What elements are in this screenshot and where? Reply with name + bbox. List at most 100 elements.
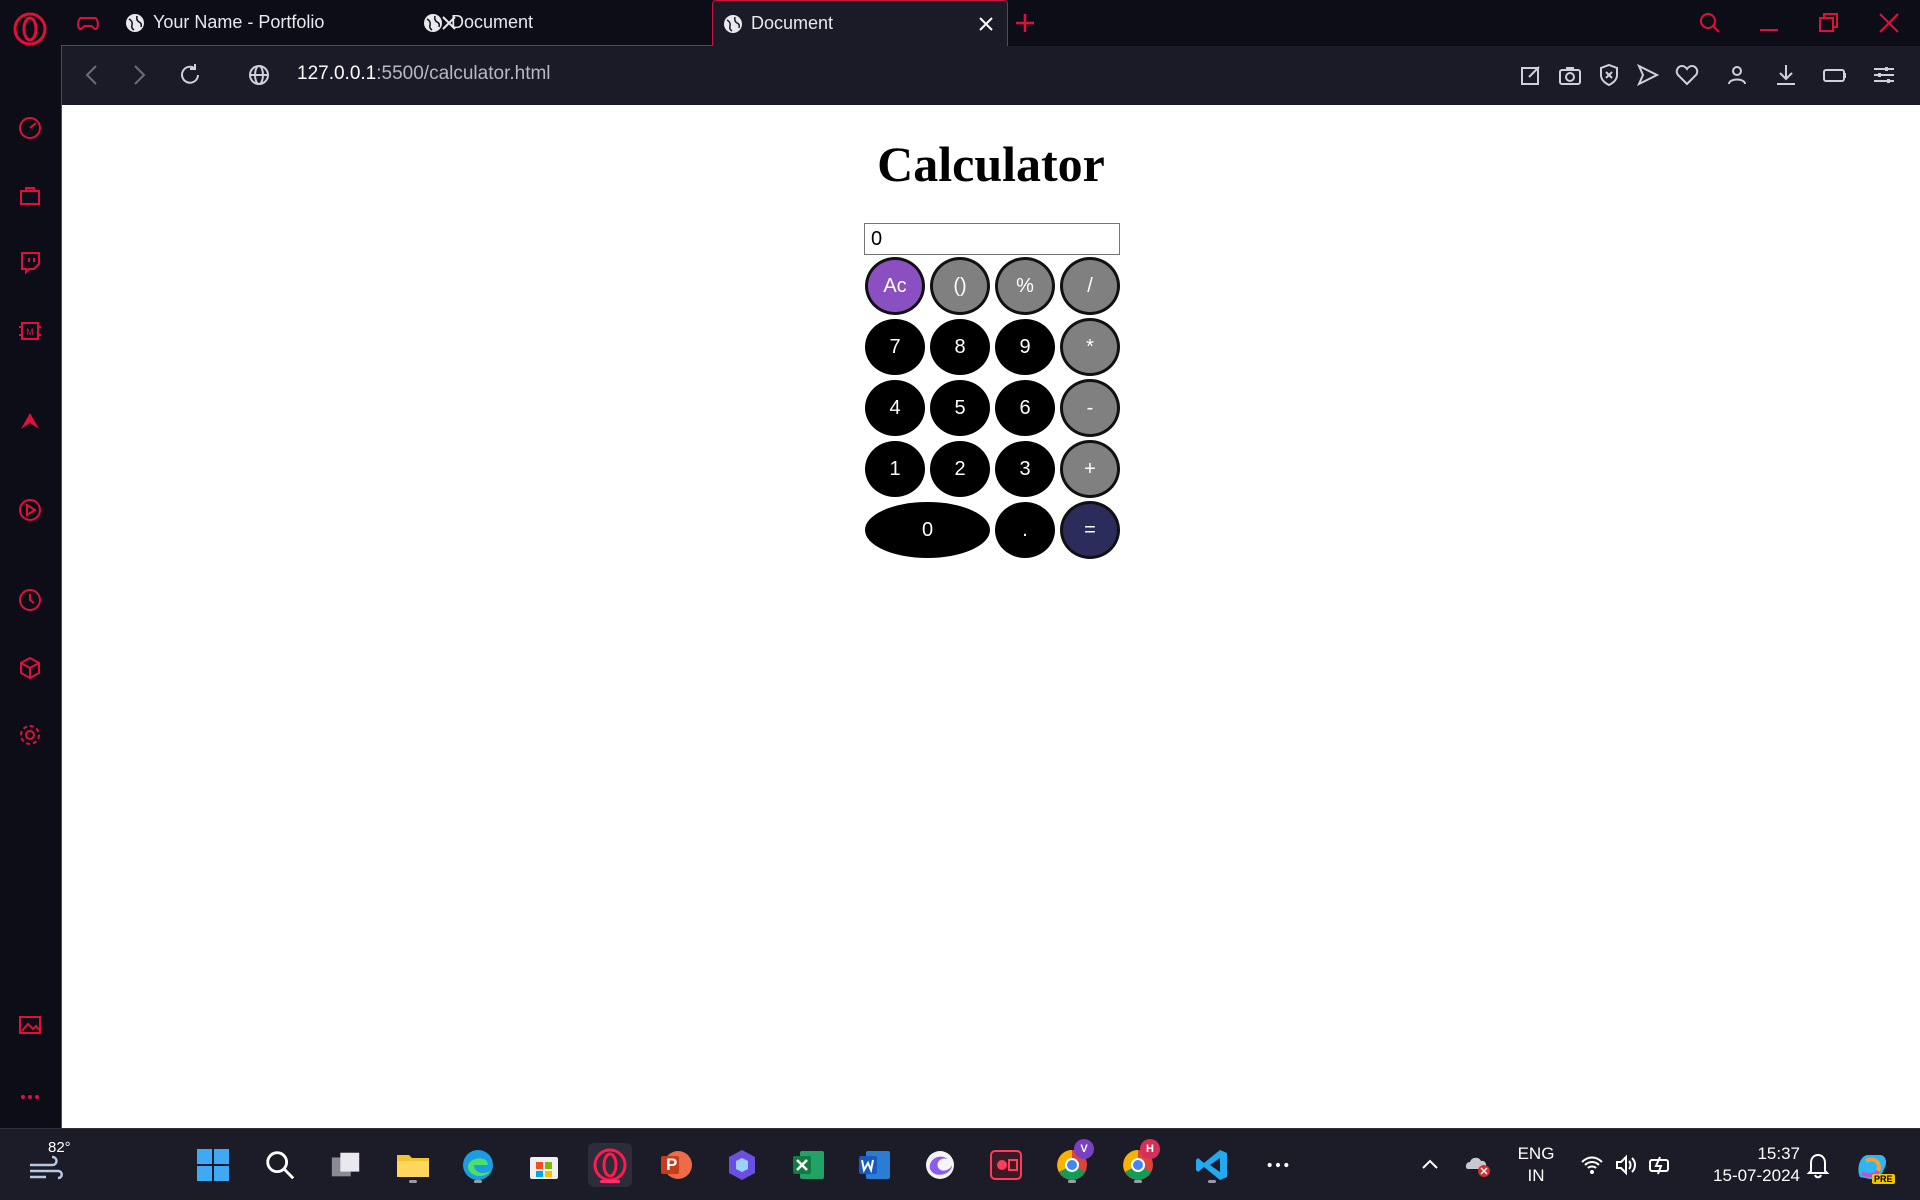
- minus-button[interactable]: -: [1060, 379, 1120, 437]
- powerpoint-app[interactable]: P: [654, 1143, 698, 1187]
- digit-8-button[interactable]: 8: [930, 319, 990, 375]
- twitch-icon[interactable]: [14, 246, 46, 278]
- globe-icon: [424, 13, 442, 32]
- firefox-style-app[interactable]: [918, 1143, 962, 1187]
- aria-icon[interactable]: [14, 405, 46, 437]
- search-tabs-icon[interactable]: [1697, 10, 1723, 36]
- language-indicator[interactable]: ENG IN: [1508, 1143, 1564, 1187]
- adblock-shield-icon[interactable]: [1596, 62, 1622, 88]
- word-app[interactable]: [852, 1143, 896, 1187]
- copilot-app[interactable]: [720, 1143, 764, 1187]
- running-indicator: [1134, 1180, 1142, 1183]
- close-tab-icon[interactable]: [975, 13, 997, 35]
- more-apps-button[interactable]: [1256, 1143, 1300, 1187]
- search-button[interactable]: [258, 1143, 302, 1187]
- digit-2-button[interactable]: 2: [930, 441, 990, 497]
- gallery-icon[interactable]: [14, 1009, 46, 1041]
- opera-logo-icon[interactable]: [12, 11, 48, 47]
- task-view-icon: [331, 1152, 360, 1177]
- percent-button[interactable]: %: [995, 257, 1055, 315]
- folder-icon: [397, 1155, 429, 1177]
- edge-app[interactable]: [456, 1143, 500, 1187]
- vscode-app[interactable]: [1190, 1143, 1234, 1187]
- player-icon[interactable]: [14, 494, 46, 526]
- send-icon[interactable]: [1635, 62, 1661, 88]
- ellipsis-icon: [1267, 1162, 1289, 1168]
- opera-app[interactable]: [588, 1143, 632, 1187]
- digit-0-button[interactable]: 0: [865, 502, 990, 558]
- extensions-cube-icon[interactable]: [14, 652, 46, 684]
- all-clear-button[interactable]: Ac: [865, 257, 925, 315]
- microsoft-store-app[interactable]: [522, 1143, 566, 1187]
- profile-icon[interactable]: [1724, 62, 1750, 88]
- browser-sidebar: M: [0, 0, 61, 1128]
- site-info-globe-icon[interactable]: [245, 61, 273, 89]
- weather-widget[interactable]: 82°: [28, 1139, 71, 1187]
- history-icon[interactable]: [14, 584, 46, 616]
- back-icon[interactable]: [78, 61, 106, 89]
- file-explorer-app[interactable]: [391, 1143, 435, 1187]
- digit-5-button[interactable]: 5: [930, 380, 990, 436]
- battery-icon[interactable]: [1822, 62, 1848, 88]
- snapshot-edit-icon[interactable]: [1518, 62, 1544, 88]
- task-view-button[interactable]: [324, 1143, 368, 1187]
- start-button[interactable]: [191, 1143, 235, 1187]
- screen-recorder-app[interactable]: [984, 1143, 1028, 1187]
- minimize-icon[interactable]: [1756, 10, 1782, 36]
- profile-badge-h: H: [1140, 1139, 1160, 1159]
- close-window-icon[interactable]: [1876, 10, 1902, 36]
- running-indicator: [474, 1180, 482, 1183]
- bookmark-heart-icon[interactable]: [1674, 62, 1700, 88]
- show-hidden-icons-chevron-icon[interactable]: [1418, 1153, 1442, 1177]
- onedrive-error-icon[interactable]: [1464, 1151, 1494, 1179]
- digit-7-button[interactable]: 7: [865, 319, 925, 375]
- more-icon[interactable]: [14, 1081, 46, 1113]
- easy-setup-sliders-icon[interactable]: [1871, 62, 1897, 88]
- equals-button[interactable]: =: [1060, 501, 1120, 559]
- wifi-icon[interactable]: [1580, 1153, 1604, 1177]
- preview-badge: PRE: [1872, 1174, 1895, 1184]
- opera-icon: [593, 1148, 627, 1182]
- chrome-profile-h-app[interactable]: H: [1116, 1139, 1160, 1187]
- tab-title: Your Name - Portfolio: [153, 12, 325, 32]
- excel-app[interactable]: [786, 1143, 830, 1187]
- settings-gear-icon[interactable]: [14, 719, 46, 751]
- download-icon[interactable]: [1773, 62, 1799, 88]
- parentheses-button[interactable]: (): [930, 257, 990, 315]
- windows-logo-icon: [197, 1149, 229, 1181]
- language-code: ENG: [1517, 1144, 1555, 1163]
- notification-bell-icon[interactable]: [1806, 1151, 1830, 1179]
- browser-swirl-icon: [926, 1151, 954, 1179]
- svg-text:M: M: [26, 327, 34, 337]
- shopping-bag-icon[interactable]: [14, 179, 46, 211]
- volume-icon[interactable]: [1614, 1153, 1638, 1177]
- divide-button[interactable]: /: [1060, 257, 1120, 315]
- digit-6-button[interactable]: 6: [995, 380, 1055, 436]
- camera-icon[interactable]: [1557, 62, 1583, 88]
- decimal-point-button[interactable]: .: [995, 502, 1055, 558]
- tab-title: Document: [451, 12, 534, 32]
- restore-icon[interactable]: [1816, 10, 1842, 36]
- copilot-button[interactable]: PRE: [1852, 1147, 1895, 1187]
- digit-4-button[interactable]: 4: [865, 380, 925, 436]
- digit-3-button[interactable]: 3: [995, 441, 1055, 497]
- tab-document-active[interactable]: Document: [712, 0, 1008, 46]
- reload-icon[interactable]: [176, 61, 204, 89]
- clock[interactable]: 15:37 15-07-2024: [1690, 1143, 1800, 1187]
- digit-1-button[interactable]: 1: [865, 441, 925, 497]
- plus-button[interactable]: +: [1060, 440, 1120, 498]
- digit-9-button[interactable]: 9: [995, 319, 1055, 375]
- windows-taskbar: 82° P V H ENG IN 15:37 15-07-2024 PRE: [0, 1128, 1920, 1200]
- multiply-button[interactable]: *: [1060, 318, 1120, 376]
- forward-icon[interactable]: [125, 61, 153, 89]
- speed-dial-icon[interactable]: [14, 112, 46, 144]
- new-tab-plus-icon[interactable]: [1011, 9, 1039, 37]
- chrome-profile-v-app[interactable]: V: [1050, 1139, 1094, 1187]
- calculator-display-input[interactable]: [864, 223, 1120, 255]
- page-viewport: Calculator Ac () % / 7 8 9 * 4 5 6 - 1 2…: [61, 105, 1920, 1128]
- gamepad-icon[interactable]: [61, 0, 115, 46]
- url-field[interactable]: 127.0.0.1:5500/calculator.html: [297, 63, 551, 85]
- copilot-hexagon-icon: [729, 1150, 755, 1180]
- memory-chip-icon[interactable]: M: [14, 315, 46, 347]
- battery-charging-icon[interactable]: [1648, 1153, 1674, 1177]
